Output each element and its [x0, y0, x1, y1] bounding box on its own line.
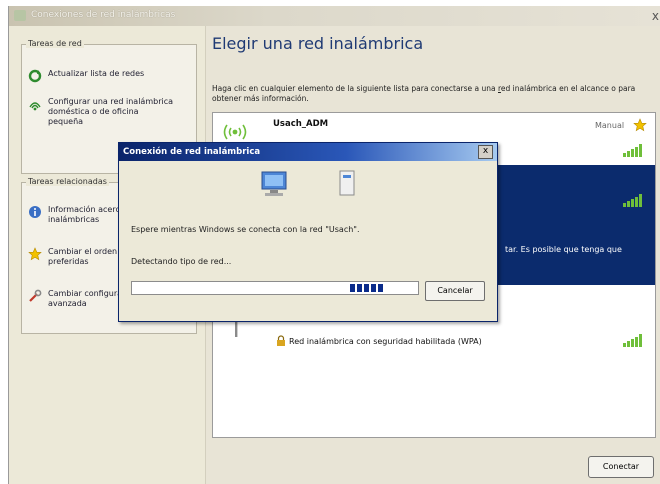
signal-strength-icon: [623, 193, 647, 207]
access-point-icon: [339, 170, 355, 196]
network-description: tar. Es posible que tenga que: [505, 245, 622, 254]
star-icon: [633, 118, 647, 132]
connection-progress-bar: [131, 281, 419, 295]
dialog-title-bar: Conexión de red inalámbrica x: [119, 143, 497, 161]
dialog-title: Conexión de red inalámbrica: [123, 147, 261, 157]
task-label: Actualizar lista de redes: [48, 69, 145, 78]
signal-strength-icon: [623, 143, 647, 157]
connecting-dialog: Conexión de red inalámbrica x Espere mie…: [118, 142, 498, 322]
task-label: Configurar una red inalámbrica doméstica…: [48, 97, 174, 126]
task-refresh-list[interactable]: Actualizar lista de redes: [28, 69, 188, 83]
instruction-part: Haga clic en cualquier elemento de la si…: [212, 84, 498, 93]
network-ssid: Usach_ADM: [273, 119, 329, 129]
star-icon: [28, 247, 42, 261]
window-title: Conexiones de red inalámbricas: [31, 10, 176, 20]
computer-icon: [261, 171, 287, 196]
dialog-close-button[interactable]: x: [478, 145, 493, 159]
network-mode: Manual: [595, 121, 625, 130]
signal-strength-icon: [623, 333, 647, 347]
title-bar: Conexiones de red inalámbricas x: [9, 6, 660, 26]
network-security: Red inalámbrica con seguridad habilitada…: [289, 337, 482, 346]
info-icon: [29, 206, 41, 218]
page-title: Elegir una red inalámbrica: [212, 34, 424, 53]
cancel-button[interactable]: Cancelar: [425, 281, 485, 301]
related-tasks-heading: Tareas relacionadas: [26, 177, 109, 186]
progress-indicator: [350, 284, 385, 292]
wireless-antenna-icon: [223, 124, 247, 140]
refresh-icon: [28, 69, 42, 83]
wireless-setup-icon: [29, 102, 41, 111]
connect-button[interactable]: Conectar: [588, 456, 654, 478]
network-tasks-heading: Tareas de red: [26, 39, 84, 48]
close-button[interactable]: x: [652, 9, 659, 23]
network-icon: [14, 10, 26, 21]
instruction-text: Haga clic en cualquier elemento de la si…: [212, 84, 644, 104]
settings-icon: [29, 289, 42, 302]
dialog-status: Detectando tipo de red...: [131, 257, 232, 266]
dialog-message: Espere mientras Windows se conecta con l…: [131, 225, 360, 234]
task-setup-network[interactable]: Configurar una red inalámbrica doméstica…: [28, 97, 188, 127]
lock-icon: [277, 335, 285, 346]
